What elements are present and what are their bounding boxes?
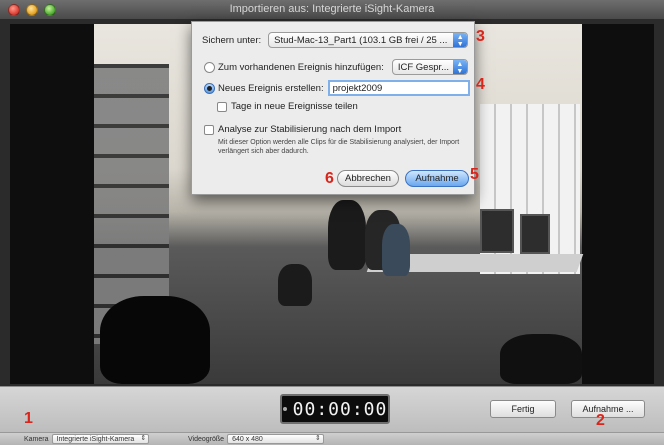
- stabilize-note: Mit dieser Option werden alle Clips für …: [218, 139, 460, 155]
- popup-arrows-icon: ▲ ▼: [452, 60, 467, 74]
- camera-selector: Kamera Integrierte iSight-Kamera: [24, 434, 150, 444]
- stabilize-checkbox[interactable]: [204, 124, 214, 135]
- split-days-checkbox[interactable]: [217, 101, 227, 112]
- camera-label: Kamera: [24, 435, 49, 443]
- camera-value: Integrierte iSight-Kamera: [56, 435, 135, 443]
- existing-event-label: Zum vorhandenen Ereignis hinzufügen:: [218, 61, 384, 73]
- annotation-marker-5: 5: [470, 166, 479, 183]
- done-button[interactable]: Fertig: [490, 400, 556, 418]
- title-bar: Importieren aus: Integrierte iSight-Kame…: [0, 0, 664, 20]
- video-size-selector: Videogröße 640 x 480: [188, 434, 324, 444]
- new-event-radio[interactable]: [204, 82, 215, 94]
- timecode-value: 00:00:00: [292, 398, 388, 420]
- stabilize-label: Analyse zur Stabilisierung nach dem Impo…: [218, 124, 402, 135]
- video-size-value: 640 x 480: [232, 435, 263, 443]
- record-options-button[interactable]: Aufnahme ...: [571, 400, 645, 418]
- record-button[interactable]: Aufnahme: [405, 170, 469, 187]
- annotation-marker-1: 1: [24, 410, 33, 427]
- video-size-label: Videogröße: [188, 435, 225, 443]
- save-location-popup[interactable]: Stud-Mac-13_Part1 (103.1 GB frei / 25 ..…: [268, 32, 469, 48]
- existing-event-radio[interactable]: [204, 61, 215, 73]
- video-size-popup[interactable]: 640 x 480: [227, 434, 324, 444]
- import-window: Importieren aus: Integrierte iSight-Kame…: [0, 0, 664, 445]
- annotation-marker-2: 2: [596, 412, 605, 429]
- annotation-marker-6: 6: [325, 170, 334, 187]
- window-title: Importieren aus: Integrierte iSight-Kame…: [229, 3, 435, 15]
- save-location-label: Sichern unter:: [202, 34, 262, 46]
- recording-indicator-icon: [282, 407, 287, 411]
- new-event-name-input[interactable]: projekt2009: [327, 80, 470, 96]
- save-location-value: Stud-Mac-13_Part1 (103.1 GB frei / 25 ..…: [274, 34, 448, 46]
- annotation-marker-4: 4: [476, 76, 485, 93]
- split-days-label: Tage in neue Ereignisse teilen: [231, 101, 358, 112]
- timecode-display: 00:00:00: [280, 394, 390, 424]
- existing-event-value: ICF Gespr...: [397, 61, 450, 73]
- popup-arrows-icon: ▲ ▼: [453, 33, 468, 47]
- new-event-label: Neues Ereignis erstellen:: [218, 82, 324, 94]
- camera-popup[interactable]: Integrierte iSight-Kamera: [51, 434, 150, 444]
- import-sheet: Sichern unter: Stud-Mac-13_Part1 (103.1 …: [191, 21, 475, 195]
- existing-event-popup[interactable]: ICF Gespr... ▲ ▼: [391, 59, 468, 75]
- annotation-marker-3: 3: [476, 28, 485, 45]
- cancel-button[interactable]: Abbrechen: [337, 170, 399, 187]
